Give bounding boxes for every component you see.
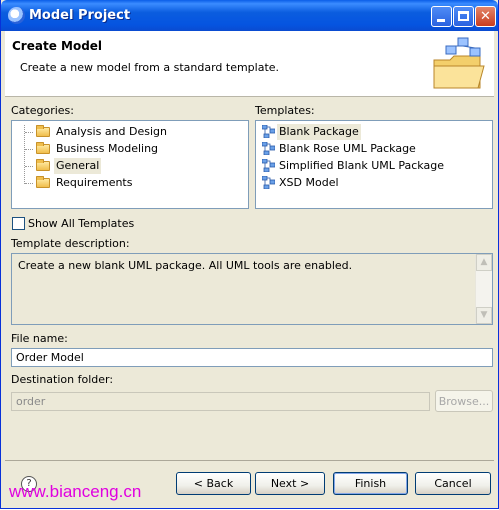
footer-divider <box>5 460 494 461</box>
category-label: Business Modeling <box>56 142 159 155</box>
category-label: General <box>54 158 102 174</box>
show-all-templates-checkbox[interactable] <box>12 217 25 230</box>
category-item-analysis-and-design[interactable]: Analysis and Design <box>12 124 248 140</box>
description-scrollbar[interactable]: ▲ ▼ <box>475 254 492 324</box>
scroll-up-arrow-icon[interactable]: ▲ <box>476 254 492 271</box>
back-button[interactable]: < Back <box>176 472 251 495</box>
folder-icon <box>36 176 50 188</box>
package-icon <box>262 142 275 155</box>
file-name-input[interactable]: Order Model <box>11 348 493 367</box>
destination-folder-label: Destination folder: <box>11 373 114 386</box>
category-label: Analysis and Design <box>56 125 167 138</box>
finish-button[interactable]: Finish <box>333 472 408 495</box>
window-title: Model Project <box>29 8 131 23</box>
package-icon <box>262 176 275 189</box>
cancel-button[interactable]: Cancel <box>415 472 491 495</box>
template-item-blank-package[interactable]: Blank Package <box>256 124 492 140</box>
template-item-xsd-model[interactable]: XSD Model <box>256 175 492 191</box>
template-description-text: Create a new blank UML package. All UML … <box>18 259 353 272</box>
category-item-requirements[interactable]: Requirements <box>12 175 248 191</box>
destination-folder-input[interactable]: order <box>11 392 430 411</box>
folder-icon <box>36 142 50 154</box>
category-item-general[interactable]: General <box>12 158 248 174</box>
file-name-label: File name: <box>11 332 68 345</box>
new-model-wizard-icon <box>433 37 485 89</box>
template-label: Simplified Blank UML Package <box>279 159 444 172</box>
page-title: Create Model <box>12 39 103 53</box>
model-project-window: Model Project ✕ Create Model Create a ne… <box>0 0 499 509</box>
folder-icon <box>36 159 50 171</box>
minimize-button[interactable] <box>431 6 452 27</box>
templates-list[interactable]: Blank Package Blank Rose UML Package Sim… <box>255 120 493 209</box>
close-button[interactable]: ✕ <box>475 6 496 27</box>
wizard-header: Create Model Create a new model from a s… <box>5 31 494 97</box>
category-label: Requirements <box>56 176 133 189</box>
template-label: Blank Rose UML Package <box>279 142 416 155</box>
minimize-icon <box>437 19 445 22</box>
template-label: XSD Model <box>279 176 339 189</box>
maximize-button[interactable] <box>453 6 474 27</box>
category-item-business-modeling[interactable]: Business Modeling <box>12 141 248 157</box>
watermark-text: www.bianceng.cn <box>9 482 142 501</box>
package-icon <box>262 125 275 138</box>
template-description-box[interactable]: Create a new blank UML package. All UML … <box>11 253 493 325</box>
folder-icon <box>36 125 50 137</box>
browse-button[interactable]: Browse... <box>435 390 493 412</box>
template-item-simplified-blank-uml-package[interactable]: Simplified Blank UML Package <box>256 158 492 174</box>
template-label: Blank Package <box>277 124 361 140</box>
package-icon <box>262 159 275 172</box>
templates-label: Templates: <box>255 104 315 117</box>
categories-list[interactable]: Analysis and Design Business Modeling Ge… <box>11 120 249 209</box>
close-icon: ✕ <box>480 9 491 24</box>
page-description: Create a new model from a standard templ… <box>20 61 280 74</box>
show-all-templates-label: Show All Templates <box>28 217 135 230</box>
title-bar[interactable]: Model Project ✕ <box>1 0 498 31</box>
maximize-icon <box>458 11 469 21</box>
categories-label: Categories: <box>11 104 74 117</box>
next-button[interactable]: Next > <box>255 472 325 495</box>
scroll-down-arrow-icon[interactable]: ▼ <box>476 307 492 324</box>
app-icon <box>8 7 25 24</box>
template-item-blank-rose-uml-package[interactable]: Blank Rose UML Package <box>256 141 492 157</box>
template-description-label: Template description: <box>11 237 130 250</box>
